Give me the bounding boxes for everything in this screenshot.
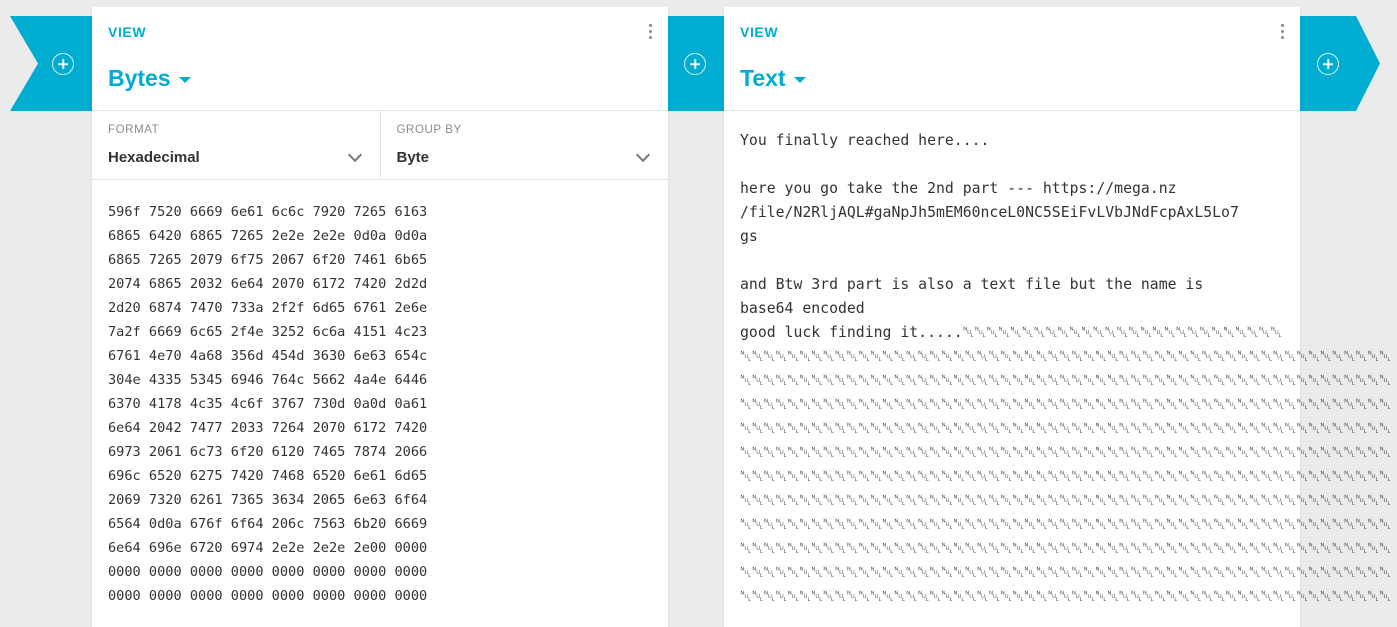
hex-line: 696c 6520 6275 7420 7468 6520 6e61 6d65 — [108, 468, 428, 484]
hex-line: 6761 4e70 4a68 356d 454d 3630 6e63 654c — [108, 348, 428, 364]
text-line: here you go take the 2nd part --- https:… — [740, 180, 1177, 197]
text-line: ␀␀␀␀␀␀␀␀␀␀␀␀␀␀␀␀␀␀␀␀␀␀␀␀␀␀␀␀␀␀␀␀␀␀␀␀␀␀␀␀… — [740, 372, 1392, 389]
panel-header: VIEW Bytes — [92, 7, 668, 111]
flow-connector-middle — [666, 16, 726, 111]
text-line — [740, 249, 1284, 273]
hex-line: 6865 7265 2079 6f75 2067 6f20 7461 6b65 — [108, 252, 428, 268]
view-options: FORMAT Hexadecimal GROUP BY Byte — [92, 111, 668, 180]
text-line: /file/N2RljAQL#gaNpJh5mEM60nceL0NC5SEiFv… — [740, 204, 1239, 221]
hex-line: 0000 0000 0000 0000 0000 0000 0000 0000 — [108, 564, 428, 580]
view-type-value: Text — [740, 65, 786, 91]
more-options-icon[interactable] — [1280, 24, 1284, 40]
text-line — [740, 153, 1284, 177]
view-label: VIEW — [740, 24, 779, 40]
group-by-value: Byte — [396, 149, 430, 166]
hex-line: 7a2f 6669 6c65 2f4e 3252 6c6a 4151 4c23 — [108, 324, 428, 340]
hex-line: 6564 0d0a 676f 6f64 206c 7563 6b20 6669 — [108, 516, 428, 532]
hex-dump[interactable]: 596f 7520 6669 6e61 6c6c 7920 7265 6163 6… — [92, 180, 668, 608]
more-options-icon[interactable] — [648, 24, 652, 40]
bytes-view-panel: VIEW Bytes FORMAT Hexadecimal GROUP BY B… — [92, 7, 668, 627]
text-line: base64 encoded — [740, 300, 865, 317]
text-line: and Btw 3rd part is also a text file but… — [740, 276, 1204, 293]
text-line: ␀␀␀␀␀␀␀␀␀␀␀␀␀␀␀␀␀␀␀␀␀␀␀␀␀␀␀␀␀␀␀␀␀␀␀␀␀␀␀␀… — [740, 420, 1392, 437]
format-select[interactable]: FORMAT Hexadecimal — [92, 111, 380, 179]
hex-line: 2d20 6874 7470 733a 2f2f 6d65 6761 2e6e — [108, 300, 428, 316]
group-by-label: GROUP BY — [396, 124, 462, 136]
flow-connector-left — [10, 16, 94, 111]
view-label: VIEW — [108, 24, 147, 40]
add-view-plus-icon[interactable] — [52, 53, 74, 75]
hex-line: 6370 4178 4c35 4c6f 3767 730d 0a0d 0a61 — [108, 396, 428, 412]
view-type-dropdown[interactable]: Text — [740, 65, 806, 92]
decoded-text[interactable]: You finally reached here.... here you go … — [724, 111, 1392, 609]
caret-down-icon — [178, 76, 191, 83]
text-line: ␀␀␀␀␀␀␀␀␀␀␀␀␀␀␀␀␀␀␀␀␀␀␀␀␀␀␀␀␀␀␀␀␀␀␀␀␀␀␀␀… — [740, 516, 1392, 533]
text-line: ␀␀␀␀␀␀␀␀␀␀␀␀␀␀␀␀␀␀␀␀␀␀␀␀␀␀␀␀␀␀␀␀␀␀␀␀␀␀␀␀… — [740, 468, 1392, 485]
text-line: ␀␀␀␀␀␀␀␀␀␀␀␀␀␀␀␀␀␀␀␀␀␀␀␀␀␀␀␀␀␀␀␀␀␀␀␀␀␀␀␀… — [740, 444, 1392, 461]
hex-line: 596f 7520 6669 6e61 6c6c 7920 7265 6163 — [108, 204, 428, 220]
chevron-down-icon — [347, 147, 362, 163]
format-label: FORMAT — [108, 124, 160, 136]
hex-line: 304e 4335 5345 6946 764c 5662 4a4e 6446 — [108, 372, 428, 388]
hex-line: 6865 6420 6865 7265 2e2e 2e2e 0d0a 0d0a — [108, 228, 428, 244]
text-line: ␀␀␀␀␀␀␀␀␀␀␀␀␀␀␀␀␀␀␀␀␀␀␀␀␀␀␀␀␀␀␀␀␀␀␀␀␀␀␀␀… — [740, 348, 1392, 365]
text-line: ␀␀␀␀␀␀␀␀␀␀␀␀␀␀␀␀␀␀␀␀␀␀␀␀␀␀␀␀␀␀␀␀␀␀␀␀␀␀␀␀… — [740, 588, 1392, 605]
format-value: Hexadecimal — [108, 149, 200, 166]
text-line: ␀␀␀␀␀␀␀␀␀␀␀␀␀␀␀␀␀␀␀␀␀␀␀␀␀␀␀␀␀␀␀␀␀␀␀␀␀␀␀␀… — [740, 564, 1392, 581]
hex-line: 6e64 696e 6720 6974 2e2e 2e2e 2e00 0000 — [108, 540, 428, 556]
view-type-dropdown[interactable]: Bytes — [108, 65, 191, 92]
hex-line: 6973 2061 6c73 6f20 6120 7465 7874 2066 — [108, 444, 428, 460]
text-line: ␀␀␀␀␀␀␀␀␀␀␀␀␀␀␀␀␀␀␀␀␀␀␀␀␀␀␀␀␀␀␀␀␀␀␀␀␀␀␀␀… — [740, 396, 1392, 413]
add-view-plus-icon[interactable] — [684, 53, 706, 75]
caret-down-icon — [793, 76, 806, 83]
panel-header: VIEW Text — [724, 7, 1300, 111]
text-line: ␀␀␀␀␀␀␀␀␀␀␀␀␀␀␀␀␀␀␀␀␀␀␀␀␀␀␀␀␀␀␀␀␀␀␀␀␀␀␀␀… — [740, 492, 1392, 509]
text-line: good luck finding it.....␀␀␀␀␀␀␀␀␀␀␀␀␀␀␀… — [740, 324, 1283, 341]
group-by-select[interactable]: GROUP BY Byte — [379, 111, 669, 179]
hex-line: 0000 0000 0000 0000 0000 0000 0000 0000 — [108, 588, 428, 604]
flow-connector-right — [1298, 16, 1380, 111]
text-line: gs — [740, 228, 758, 245]
view-type-value: Bytes — [108, 65, 171, 91]
chevron-down-icon — [635, 147, 651, 163]
text-view-panel: VIEW Text You finally reached here.... he… — [724, 7, 1392, 627]
text-line: ␀␀␀␀␀␀␀␀␀␀␀␀␀␀␀␀␀␀␀␀␀␀␀␀␀␀␀␀␀␀␀␀␀␀␀␀␀␀␀␀… — [740, 540, 1392, 557]
hex-line: 2069 7320 6261 7365 3634 2065 6e63 6f64 — [108, 492, 428, 508]
add-view-plus-icon[interactable] — [1317, 53, 1339, 75]
hex-line: 6e64 2042 7477 2033 7264 2070 6172 7420 — [108, 420, 428, 436]
text-line: You finally reached here.... — [740, 132, 990, 149]
hex-line: 2074 6865 2032 6e64 2070 6172 7420 2d2d — [108, 276, 428, 292]
